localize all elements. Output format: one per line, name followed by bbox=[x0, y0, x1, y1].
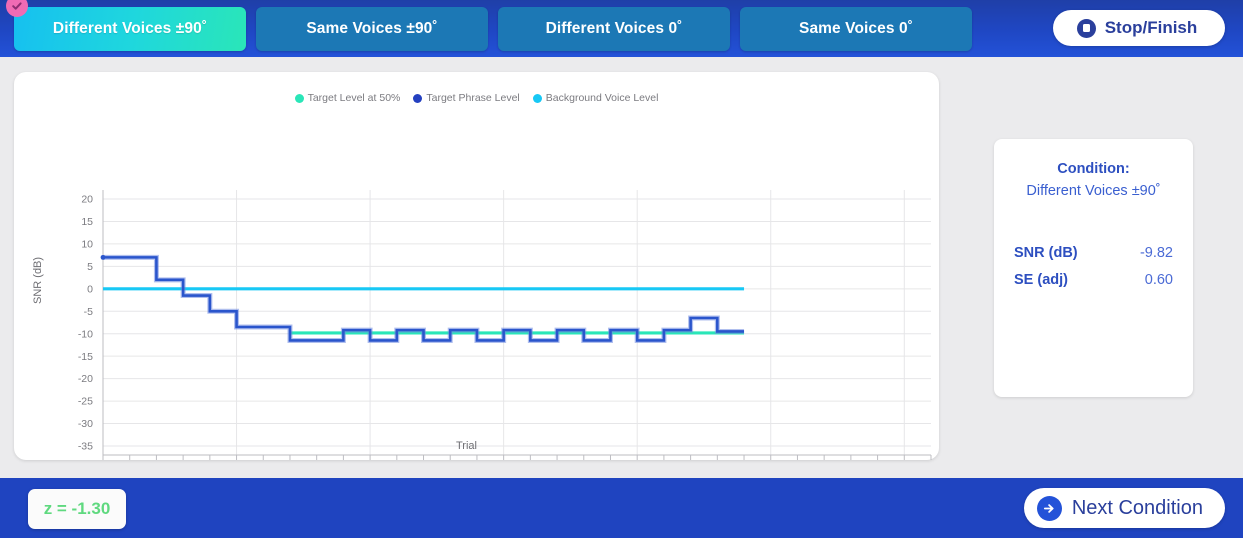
check-icon bbox=[6, 0, 28, 17]
condition-tab-different-voices-0[interactable]: Different Voices 0˚ bbox=[498, 6, 730, 51]
condition-tab-label: Different Voices 0˚ bbox=[545, 19, 683, 37]
condition-tab-different-voices-90[interactable]: Different Voices ±90˚ bbox=[6, 0, 246, 51]
condition-tab-label: Different Voices ±90˚ bbox=[52, 19, 208, 37]
bottom-toolbar: z = -1.30 Next Condition bbox=[0, 478, 1243, 538]
condition-tab-same-voices-90[interactable]: Same Voices ±90˚ bbox=[256, 6, 488, 51]
condition-info-panel: Condition: Different Voices ±90˚ SNR (dB… bbox=[994, 139, 1193, 397]
next-condition-label: Next Condition bbox=[1071, 496, 1203, 519]
stop-finish-label: Stop/Finish bbox=[1104, 18, 1198, 37]
main-content: Target Level at 50% Target Phrase Level … bbox=[0, 57, 1243, 480]
condition-tab-list: Different Voices ±90˚ Same Voices ±90˚ D… bbox=[6, 0, 972, 51]
svg-text:5: 5 bbox=[87, 261, 93, 273]
condition-tab-same-voices-0[interactable]: Same Voices 0˚ bbox=[740, 6, 972, 51]
chart-card: Target Level at 50% Target Phrase Level … bbox=[14, 72, 939, 480]
series-track-halo bbox=[103, 254, 745, 343]
svg-text:20: 20 bbox=[81, 194, 93, 206]
x-axis-title: Trial bbox=[14, 440, 939, 452]
x-axis-title-text: Trial bbox=[456, 440, 477, 452]
svg-text:-20: -20 bbox=[78, 373, 93, 385]
app-root: Different Voices ±90˚ Same Voices ±90˚ D… bbox=[0, 0, 1243, 538]
svg-text:-30: -30 bbox=[78, 418, 93, 430]
metrics-list: SNR (dB) -9.82 SE (adj) 0.60 bbox=[1008, 245, 1179, 288]
svg-text:-10: -10 bbox=[78, 328, 93, 340]
snr-adaptive-track-plot: 20151050-5-10-15-20-25-30-35051015202530 bbox=[78, 190, 932, 480]
svg-text:-15: -15 bbox=[78, 351, 93, 363]
condition-name: Different Voices ±90˚ bbox=[1026, 183, 1161, 199]
svg-text:-5: -5 bbox=[84, 306, 93, 318]
top-toolbar: Different Voices ±90˚ Same Voices ±90˚ D… bbox=[0, 0, 1243, 57]
condition-tab-label: Same Voices 0˚ bbox=[799, 19, 913, 37]
metric-row: SE (adj) 0.60 bbox=[1014, 272, 1173, 288]
next-condition-button[interactable]: Next Condition bbox=[1023, 488, 1225, 528]
svg-text:-25: -25 bbox=[78, 396, 93, 408]
condition-heading: Condition: bbox=[1057, 161, 1130, 177]
svg-text:0: 0 bbox=[87, 283, 93, 295]
metric-row: SNR (dB) -9.82 bbox=[1014, 245, 1173, 261]
z-score-display: z = -1.30 bbox=[28, 489, 126, 529]
metric-label-snr: SNR (dB) bbox=[1014, 245, 1078, 261]
plot-area: SNR (dB) 20151050-5-10-15-20-25-30-35051… bbox=[14, 72, 939, 480]
stop-finish-button[interactable]: Stop/Finish bbox=[1053, 10, 1225, 46]
condition-tab-label: Same Voices ±90˚ bbox=[306, 19, 438, 37]
series-start-marker bbox=[100, 254, 106, 260]
svg-text:10: 10 bbox=[81, 238, 93, 250]
arrow-right-icon bbox=[1036, 495, 1062, 521]
y-axis-title: SNR (dB) bbox=[32, 256, 44, 304]
z-score-value: z = -1.30 bbox=[43, 499, 111, 518]
metric-value-snr: -9.82 bbox=[1139, 245, 1173, 261]
metric-value-se-adj: 0.60 bbox=[1144, 272, 1173, 288]
metric-label-se-adj: SE (adj) bbox=[1014, 272, 1068, 288]
svg-text:15: 15 bbox=[81, 216, 93, 228]
stop-icon bbox=[1076, 18, 1096, 38]
